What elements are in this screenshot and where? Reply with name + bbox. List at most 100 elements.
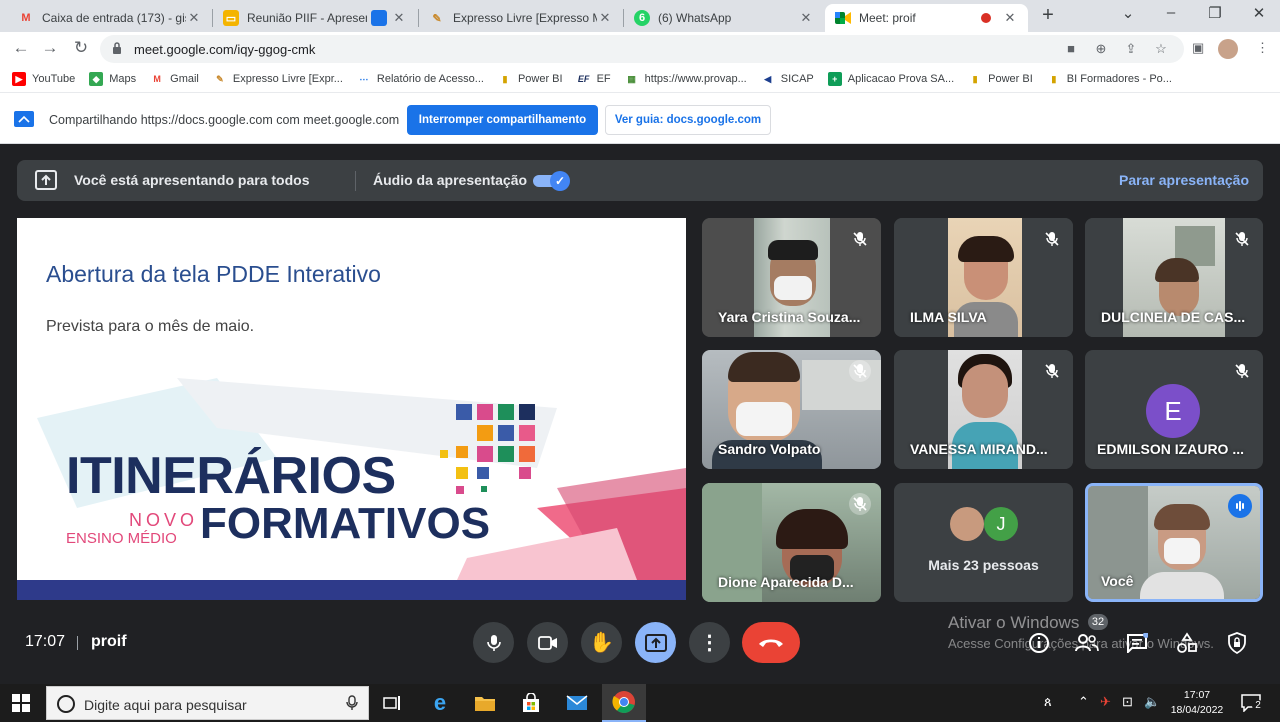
bookmark-maps[interactable]: ◆ Maps: [89, 72, 136, 86]
bookmark-star-icon[interactable]: ☆: [1152, 41, 1170, 57]
self-tile[interactable]: Você: [1085, 483, 1263, 602]
stop-sharing-button[interactable]: Interromper compartilhamento: [407, 105, 598, 135]
side-panel-icon[interactable]: ▣: [1192, 40, 1204, 56]
mail-icon[interactable]: [564, 690, 590, 716]
expresso-icon: ✎: [432, 12, 442, 25]
zoom-icon[interactable]: ⊕: [1092, 41, 1110, 57]
bookmark-provap[interactable]: ▦ https://www.provap...: [625, 72, 746, 86]
taskbar-search-input[interactable]: Digite aqui para pesquisar: [46, 686, 369, 720]
bookmark-powerbi-2[interactable]: ▮ Power BI: [968, 72, 1033, 86]
participant-tile[interactable]: Yara Cristina Souza...: [702, 218, 881, 337]
forward-icon[interactable]: →: [39, 38, 61, 58]
maximize-icon[interactable]: ❐: [1203, 4, 1227, 22]
edge-icon[interactable]: e: [427, 690, 453, 716]
address-bar[interactable]: meet.google.com/iqy-ggog-cmk ■ ⊕ ⇪ ☆: [100, 35, 1184, 63]
close-icon[interactable]: ✕: [1002, 10, 1018, 26]
tab-search-icon[interactable]: ⌄: [1116, 4, 1140, 22]
participants-button[interactable]: [1074, 630, 1100, 656]
more-participants-tile[interactable]: J Mais 23 pessoas: [894, 483, 1073, 602]
antivirus-icon[interactable]: ✈: [1100, 694, 1111, 710]
more-options-button[interactable]: ⋮: [689, 622, 730, 663]
meeting-details-button[interactable]: [1026, 630, 1052, 656]
close-icon[interactable]: ✕: [186, 10, 202, 26]
whatsapp-icon: 6: [634, 10, 650, 26]
view-tab-button[interactable]: Ver guia: docs.google.com: [605, 105, 771, 135]
participant-name: Yara Cristina Souza...: [718, 309, 861, 325]
reload-icon[interactable]: ↻: [70, 38, 92, 58]
store-icon[interactable]: [518, 690, 544, 716]
bookmark-bi-formadores[interactable]: ▮ BI Formadores - Po...: [1047, 72, 1172, 86]
ef-icon: EF: [577, 74, 590, 84]
slide-footer-bar: [17, 580, 686, 600]
bookmark-aplicacao[interactable]: + Aplicacao Prova SA...: [827, 72, 954, 86]
activities-button[interactable]: [1174, 630, 1200, 656]
hang-up-icon: [759, 639, 783, 647]
chrome-icon[interactable]: [602, 684, 646, 722]
audio-toggle[interactable]: ✓: [533, 171, 571, 191]
tab-meet[interactable]: Meet: proif ✕: [825, 4, 1028, 32]
menu-icon[interactable]: ⋮: [1256, 40, 1269, 56]
logo-itinerarios: ITINERÁRIOS: [66, 447, 396, 505]
raise-hand-button[interactable]: ✋: [581, 622, 622, 663]
windows-taskbar: Digite aqui para pesquisar e ጰ ⌃ ✈ ⊡ 🔈 1…: [0, 684, 1280, 722]
minimize-icon[interactable]: –: [1159, 4, 1183, 21]
tab-title: Caixa de entrada (173) - gise: [42, 11, 186, 25]
checkmark-icon: ✓: [550, 171, 570, 191]
search-placeholder: Digite aqui para pesquisar: [84, 697, 247, 713]
tab-expresso[interactable]: ✎ Expresso Livre [Expresso Ma ✕: [419, 4, 623, 32]
participant-tile[interactable]: Sandro Volpato: [702, 350, 881, 469]
participant-tile[interactable]: E EDMILSON IZAURO ...: [1085, 350, 1263, 469]
bookmark-powerbi[interactable]: ▮ Power BI: [498, 72, 562, 86]
bookmark-relatorio[interactable]: ⋯ Relatório de Acesso...: [357, 72, 484, 86]
mic-off-icon: [849, 228, 871, 250]
tab-gmail[interactable]: M Caixa de entrada (173) - gise ✕: [8, 4, 212, 32]
camera-button[interactable]: [527, 622, 568, 663]
bookmark-expresso[interactable]: ✎ Expresso Livre [Expr...: [213, 72, 343, 86]
tab-whatsapp[interactable]: 6 (6) WhatsApp ✕: [624, 4, 824, 32]
present-now-button[interactable]: [635, 622, 676, 663]
url-text: meet.google.com/iqy-ggog-cmk: [134, 42, 316, 57]
taskbar-date: 18/04/2022: [1170, 704, 1224, 716]
taskbar-clock[interactable]: 17:07 18/04/2022: [1168, 688, 1226, 718]
microphone-icon[interactable]: [346, 695, 358, 711]
people-tray-icon[interactable]: ጰ: [1044, 694, 1052, 710]
windows-start-icon[interactable]: [12, 694, 30, 712]
windows-activation-title: Ativar o Windows: [948, 613, 1080, 632]
browser-toolbar: ← → ↻ meet.google.com/iqy-ggog-cmk ■ ⊕ ⇪…: [0, 32, 1280, 66]
participant-tile[interactable]: VANESSA MIRAND...: [894, 350, 1073, 469]
close-window-icon[interactable]: ✕: [1247, 4, 1271, 22]
mic-off-icon: [1041, 360, 1063, 382]
bookmark-gmail[interactable]: M Gmail: [150, 72, 198, 86]
back-icon[interactable]: ←: [10, 38, 32, 58]
notifications-icon[interactable]: 2: [1238, 690, 1264, 716]
participant-tile[interactable]: Dione Aparecida D...: [702, 483, 881, 602]
participant-avatar: [950, 507, 984, 541]
close-icon[interactable]: ✕: [798, 10, 814, 26]
camera-icon[interactable]: ■: [1062, 41, 1080, 56]
bookmark-youtube[interactable]: ▶ YouTube: [12, 72, 75, 86]
stop-presenting-button[interactable]: Parar apresentação: [1119, 172, 1249, 188]
participant-tile[interactable]: DULCINEIA DE CAS...: [1085, 218, 1263, 337]
chat-button[interactable]: [1124, 630, 1150, 656]
task-view-icon[interactable]: [379, 690, 405, 716]
close-icon[interactable]: ✕: [391, 10, 407, 26]
tab-reuniao[interactable]: ▭ Reunião PIIF - Apresenta ✕: [213, 4, 417, 32]
participant-name: EDMILSON IZAURO ...: [1097, 441, 1244, 457]
chevron-up-icon[interactable]: ⌃: [1078, 694, 1089, 710]
share-icon[interactable]: ⇪: [1122, 41, 1140, 57]
divider: [355, 171, 356, 191]
file-explorer-icon[interactable]: [472, 690, 498, 716]
host-controls-button[interactable]: [1224, 630, 1250, 656]
tab-title: Meet: proif: [859, 11, 916, 25]
bookmark-sicap[interactable]: ◀ SICAP: [761, 72, 813, 86]
close-icon[interactable]: ✕: [597, 10, 613, 26]
profile-avatar[interactable]: [1218, 39, 1238, 59]
participant-tile[interactable]: ILMA SILVA: [894, 218, 1073, 337]
volume-icon[interactable]: 🔈: [1144, 694, 1160, 710]
leave-call-button[interactable]: [742, 622, 800, 663]
bookmark-ef[interactable]: EF EF: [577, 72, 611, 86]
network-icon[interactable]: ⊡: [1122, 694, 1133, 710]
participant-name: Dione Aparecida D...: [718, 574, 854, 590]
microphone-button[interactable]: [473, 622, 514, 663]
new-tab-button[interactable]: +: [1036, 4, 1060, 27]
